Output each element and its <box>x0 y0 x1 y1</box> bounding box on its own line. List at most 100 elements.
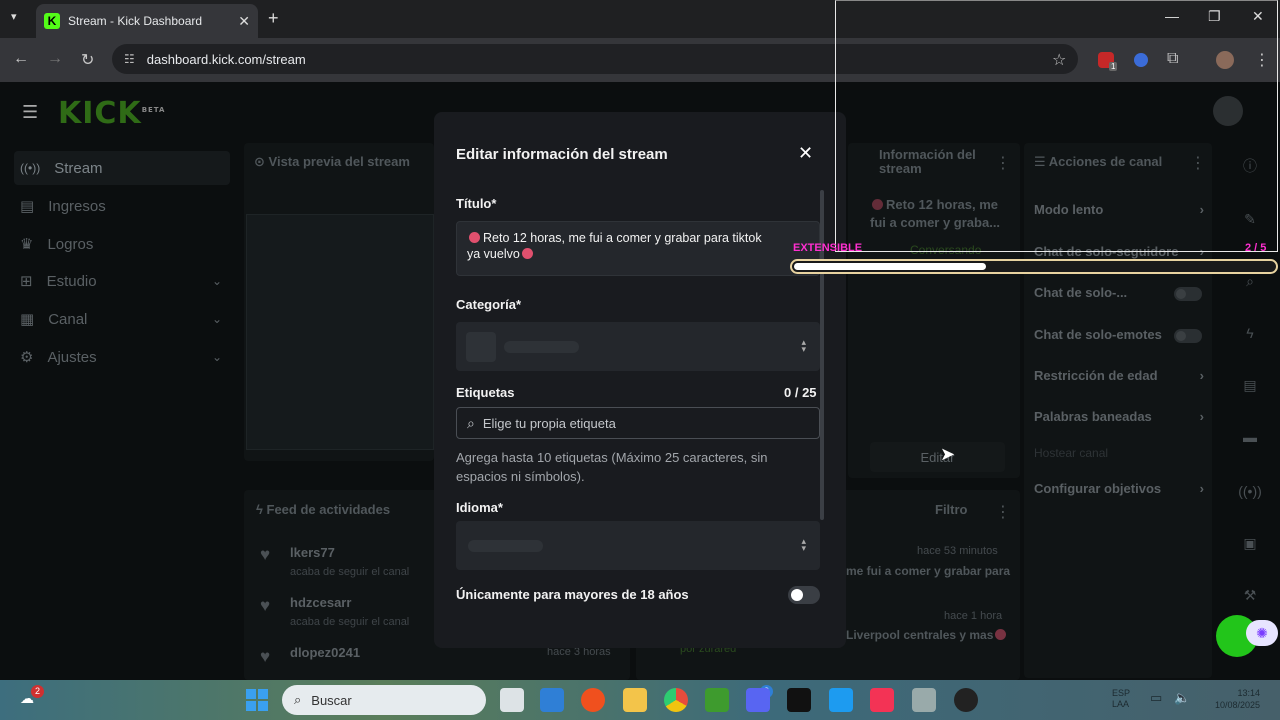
eye-icon: ⊙ <box>254 154 265 169</box>
sidebar-item-label: Estudio <box>46 272 97 290</box>
browser-tab-kick[interactable]: K Stream - Kick Dashboard ✕ <box>36 4 258 38</box>
new-tab-icon[interactable]: + <box>268 8 279 29</box>
preview-title-text: Vista previa del stream <box>268 154 410 169</box>
sidebar-item-logros[interactable]: ♛ Logros <box>14 227 230 261</box>
stream-preview-video[interactable] <box>246 214 434 450</box>
heart-icon: ♥ <box>260 647 271 666</box>
back-icon[interactable]: ← <box>13 50 29 68</box>
clock[interactable]: 13:14 10/08/2025 <box>1210 687 1260 711</box>
toggle-switch[interactable] <box>1174 329 1202 343</box>
activity-action: acaba de seguir el canal <box>290 616 410 628</box>
chevron-down-icon: ⌄ <box>211 350 222 364</box>
sidebar-item-canal[interactable]: ▦ Canal ⌄ <box>14 302 230 336</box>
trophy-icon: ♛ <box>20 236 34 253</box>
language-indicator[interactable]: ESP LAA <box>1112 688 1130 710</box>
broadcast-rail-icon[interactable]: ((•)) <box>1237 478 1263 504</box>
tab-title: Stream - Kick Dashboard <box>68 14 203 28</box>
title-value-line2: ya vuelvo <box>467 247 520 261</box>
chat-icon[interactable]: ▬ <box>1237 424 1263 450</box>
activity-message: me fui a comer y grabar para <box>846 564 1011 578</box>
sidebar-item-label: Ajustes <box>47 348 97 366</box>
category-text-placeholder <box>504 341 579 353</box>
chevron-right-icon: › <box>1199 409 1204 424</box>
store-icon[interactable] <box>540 688 564 712</box>
activity-item: dlopez0241 <box>290 645 360 660</box>
tags-help-text: Agrega hasta 10 etiquetas (Máximo 25 car… <box>456 450 768 484</box>
activity-user[interactable]: dlopez0241 <box>290 645 360 660</box>
sidebar-item-stream[interactable]: ((•)) Stream <box>14 151 230 185</box>
mouse-cursor-icon: ➤ <box>940 444 956 464</box>
action-solo-emotes[interactable]: Chat de solo-emotes <box>1034 327 1204 343</box>
tab-search-icon[interactable]: ▾ <box>11 10 17 23</box>
action-restriccion-edad[interactable]: Restricción de edad › <box>1034 368 1204 383</box>
app-orange-icon[interactable] <box>581 688 605 712</box>
notification-badge: 2 <box>31 685 44 698</box>
document-icon[interactable]: ▤ <box>1237 372 1263 398</box>
activity-user[interactable]: lkers77 <box>290 545 409 560</box>
modal-scrollbar[interactable] <box>820 190 824 520</box>
file-explorer-icon[interactable] <box>623 688 647 712</box>
kick-favicon-icon: K <box>44 13 60 29</box>
activity-action: acaba de seguir el canal <box>290 566 410 578</box>
activity-menu-icon[interactable]: ⋮ <box>995 502 1011 522</box>
beta-badge: BETA <box>141 106 166 114</box>
camera-icon[interactable]: ▣ <box>1237 530 1263 556</box>
sidebar-item-ingresos[interactable]: ▤ Ingresos <box>14 189 230 223</box>
windows-start-icon[interactable] <box>246 689 268 711</box>
chrome-icon[interactable] <box>664 688 688 712</box>
action-palabras-baneadas[interactable]: Palabras baneadas › <box>1034 409 1204 424</box>
broadcast-icon: ((•)) <box>20 161 41 175</box>
hamburger-menu-icon[interactable]: ☰ <box>22 102 38 123</box>
taskbar-search-placeholder: Buscar <box>311 692 352 708</box>
search-icon: ⌕ <box>294 692 302 707</box>
brain-extension-icon[interactable]: ✺ <box>1246 620 1278 646</box>
close-tab-icon[interactable]: ✕ <box>238 13 250 30</box>
filter-button[interactable]: Filtro <box>935 502 968 517</box>
network-icon[interactable]: ▭ <box>1150 690 1162 706</box>
action-label: Chat de solo-... <box>1034 285 1128 300</box>
title-input[interactable]: Reto 12 horas, me fui a comer y grabar p… <box>456 221 820 276</box>
wrench-icon[interactable]: ⚒ <box>1237 582 1263 608</box>
modal-title: Editar información del stream <box>456 146 668 163</box>
chevron-down-icon: ⌄ <box>211 274 222 288</box>
action-configurar-objetivos[interactable]: Configurar objetivos › <box>1034 481 1204 496</box>
sidebar-item-label: Ingresos <box>48 197 106 215</box>
category-select[interactable]: ▴ ▾ <box>456 322 820 371</box>
sidebar-item-label: Canal <box>48 310 88 328</box>
edit-stream-button[interactable]: Editar <box>870 442 1005 472</box>
capcut-icon[interactable] <box>787 688 811 712</box>
tags-count: 0 / 25 <box>784 385 817 400</box>
lightning-icon[interactable]: ϟ <box>1237 320 1263 346</box>
obs-icon[interactable] <box>954 688 978 712</box>
preview-panel-title: ⊙ Vista previa del stream <box>254 154 410 170</box>
action-solo-suscriptores[interactable]: Chat de solo-... <box>1034 285 1204 301</box>
taskbar-search[interactable]: ⌕ Buscar <box>282 685 486 715</box>
select-arrows-icon: ▴ ▾ <box>801 337 806 354</box>
red-dot-icon <box>995 629 1007 640</box>
chrome-active-icon[interactable] <box>912 688 936 712</box>
task-view-icon[interactable] <box>500 688 524 712</box>
kick-logo[interactable]: KICKBETA <box>58 96 165 131</box>
activity-title: ϟ Feed de actividades <box>256 502 390 517</box>
language-select[interactable]: ▴ ▾ <box>456 521 820 570</box>
twitter-icon[interactable] <box>829 688 853 712</box>
channel-icon: ▦ <box>20 311 35 328</box>
adults-only-toggle[interactable] <box>788 586 820 604</box>
bolt-icon: ϟ <box>256 502 263 517</box>
site-info-icon[interactable]: ☷ <box>124 52 135 66</box>
sidebar-item-ajustes[interactable]: ⚙ Ajustes ⌄ <box>14 340 230 374</box>
language-label: Idioma* <box>456 500 503 515</box>
tags-input[interactable]: ⌕ Elige tu propia etiqueta <box>456 407 820 439</box>
reload-icon[interactable]: ↻ <box>81 50 94 70</box>
music-icon[interactable] <box>870 688 894 712</box>
close-icon[interactable]: ✕ <box>798 143 813 164</box>
lang-line1: ESP <box>1112 688 1131 698</box>
discord-icon[interactable] <box>746 688 770 712</box>
forward-icon[interactable]: → <box>47 50 63 68</box>
volume-icon[interactable]: 🔈 <box>1174 690 1190 706</box>
minecraft-icon[interactable] <box>705 688 729 712</box>
toggle-switch[interactable] <box>1174 287 1202 301</box>
sidebar-item-estudio[interactable]: ⊞ Estudio ⌄ <box>14 264 230 298</box>
chevron-right-icon: › <box>1199 368 1204 383</box>
activity-user[interactable]: hdzcesarr <box>290 595 409 610</box>
